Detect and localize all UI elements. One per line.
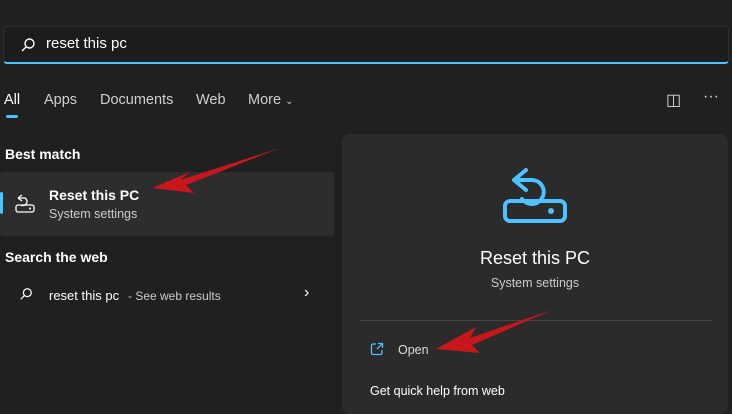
best-match-item[interactable]: Reset this PC System settings — [0, 172, 334, 236]
open-external-icon — [370, 342, 384, 356]
tab-more[interactable]: More ⌄ — [248, 92, 293, 108]
preview-panel: Reset this PC System settings Open Get q… — [342, 134, 728, 414]
chevron-right-icon: › — [304, 284, 310, 301]
reset-pc-icon — [15, 194, 35, 213]
search-icon — [21, 38, 35, 52]
search-input[interactable] — [46, 35, 646, 52]
tab-web[interactable]: Web — [196, 92, 226, 108]
active-tab-indicator — [6, 115, 18, 118]
tab-documents[interactable]: Documents — [100, 92, 173, 108]
open-button[interactable]: Open — [366, 338, 566, 362]
search-box[interactable] — [3, 26, 729, 64]
search-icon — [20, 288, 32, 300]
reset-pc-large-icon — [503, 168, 567, 223]
web-suffix: - See web results — [128, 289, 221, 303]
best-match-subtitle: System settings — [49, 207, 138, 221]
tab-apps[interactable]: Apps — [44, 92, 77, 108]
preview-subtitle: System settings — [490, 276, 580, 290]
tab-more-label: More — [248, 92, 282, 108]
divider — [360, 320, 712, 321]
more-options-icon[interactable]: ··· — [703, 88, 719, 106]
preview-title: Reset this PC — [479, 248, 591, 268]
open-label: Open — [398, 343, 429, 357]
tab-all[interactable]: All — [4, 92, 20, 108]
best-match-title: Reset this PC — [49, 187, 140, 203]
best-match-heading: Best match — [5, 146, 81, 162]
quick-help-heading: Get quick help from web — [370, 384, 505, 398]
selection-indicator — [0, 192, 3, 214]
search-web-heading: Search the web — [5, 249, 108, 265]
chevron-down-icon: ⌄ — [285, 96, 294, 107]
account-switch-icon[interactable]: ◫ — [666, 90, 681, 110]
web-result-item[interactable]: reset this pc - See web results › — [0, 280, 334, 312]
web-query: reset this pc — [49, 288, 120, 303]
